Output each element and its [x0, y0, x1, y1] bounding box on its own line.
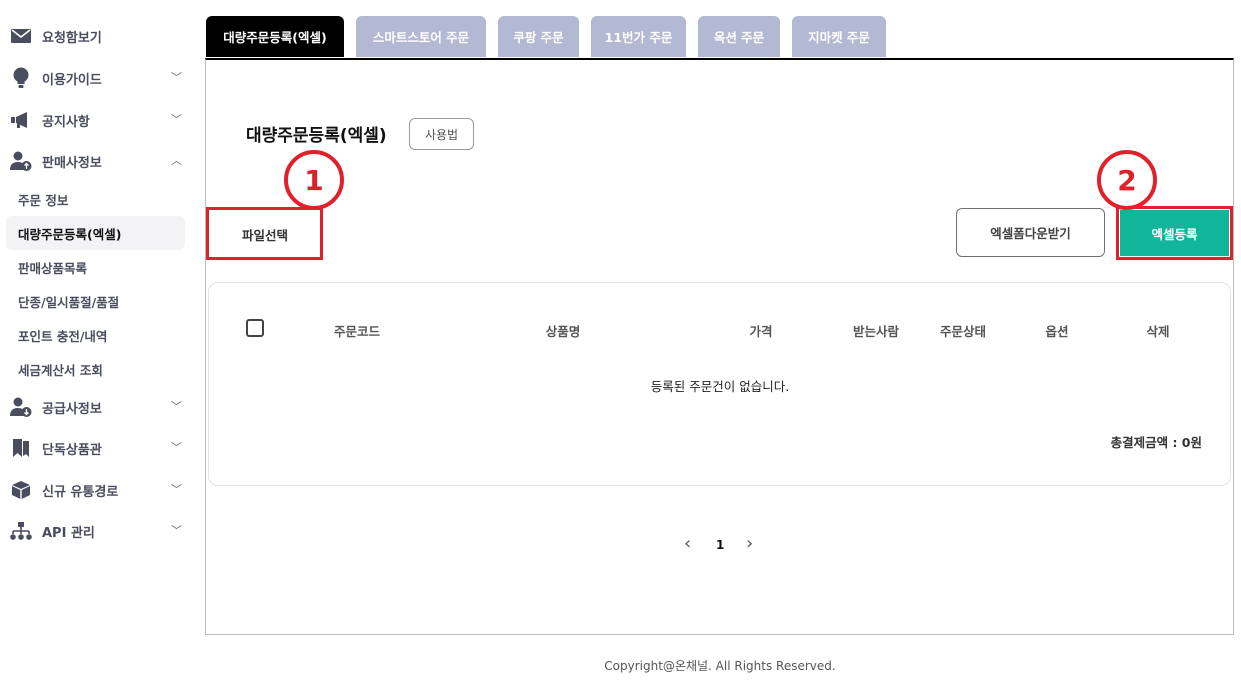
tab-bulk-order[interactable]: 대량주문등록(엑셀) [206, 16, 344, 57]
column-header-order-status: 주문상태 [939, 324, 987, 339]
sidebar-item-label: 판매사정보 [42, 155, 102, 171]
lightbulb-icon [10, 67, 32, 89]
sidebar-item-seller-info[interactable]: 판매사정보 ︿ [10, 144, 188, 178]
chevron-down-icon: ﹀ [171, 524, 182, 537]
bookmark-icon [10, 437, 32, 459]
network-icon [10, 520, 32, 542]
sidebar-sub-soldout[interactable]: 단종/일시품절/품절 [6, 284, 185, 318]
total-amount: 총결제금액 : 0원 [1110, 435, 1202, 450]
user-upload-icon [10, 150, 32, 172]
sidebar-item-label: 이용가이드 [42, 72, 102, 88]
column-header-delete: 삭제 [1146, 324, 1170, 339]
chevron-up-icon: ︿ [171, 154, 182, 167]
column-header-option: 옵션 [1045, 324, 1069, 339]
sidebar-item-label: 요청함보기 [42, 30, 102, 46]
step-badge-1: 1 [284, 150, 344, 210]
chevron-down-icon: ﹀ [171, 483, 182, 496]
tab-smartstore[interactable]: 스마트스토어 주문 [356, 16, 486, 57]
tab-gmarket[interactable]: 지마켓 주문 [792, 16, 886, 57]
megaphone-icon [10, 109, 32, 131]
page-title: 대량주문등록(엑셀) [246, 126, 387, 146]
sidebar-item-new-channel[interactable]: 신규 유통경로 ﹀ [10, 473, 188, 507]
pagination-prev-icon[interactable]: ‹ [684, 533, 691, 554]
highlight-box-1 [206, 207, 323, 260]
sidebar-item-label: 공급사정보 [42, 401, 102, 417]
chevron-down-icon: ﹀ [171, 400, 182, 413]
usage-button[interactable]: 사용법 [409, 118, 474, 150]
tab-auction[interactable]: 옥션 주문 [698, 16, 780, 57]
sidebar-item-label: 공지사항 [42, 114, 90, 130]
column-header-order-code: 주문코드 [333, 324, 381, 339]
sidebar-sub-tax-invoice[interactable]: 세금계산서 조회 [6, 352, 185, 386]
step-badge-2: 2 [1097, 150, 1157, 210]
column-header-price: 가격 [749, 324, 773, 339]
select-all-checkbox[interactable] [246, 319, 264, 337]
sidebar: 요청함보기 이용가이드 ﹀ 공지사항 ﹀ 판매사정보 ︿ 주문 정보 대량주문등… [0, 0, 190, 685]
envelope-icon [10, 25, 32, 47]
column-header-product-name: 상품명 [545, 324, 581, 339]
pagination-next-icon[interactable]: › [746, 533, 753, 554]
pagination-page-1[interactable]: 1 [716, 538, 724, 552]
sidebar-item-guide[interactable]: 이용가이드 ﹀ [10, 61, 188, 95]
sidebar-item-api[interactable]: API 관리 ﹀ [10, 514, 188, 548]
sidebar-item-label: API 관리 [42, 525, 95, 541]
sidebar-item-notice[interactable]: 공지사항 ﹀ [10, 103, 188, 137]
box-icon [10, 479, 32, 501]
empty-table-message: 등록된 주문건이 없습니다. [650, 379, 790, 394]
tab-coupang[interactable]: 쿠팡 주문 [498, 16, 579, 57]
footer-copyright: Copyright@온채널. All Rights Reserved. [604, 659, 836, 673]
excel-form-download-button[interactable]: 엑셀폼다운받기 [956, 208, 1105, 257]
sidebar-item-supplier-info[interactable]: 공급사정보 ﹀ [10, 390, 188, 424]
sidebar-item-exclusive[interactable]: 단독상품관 ﹀ [10, 431, 188, 465]
sidebar-sub-points[interactable]: 포인트 충전/내역 [6, 318, 185, 352]
sidebar-item-label: 신규 유통경로 [42, 484, 119, 500]
chevron-down-icon: ﹀ [171, 71, 182, 84]
user-download-icon [10, 396, 32, 418]
column-header-recipient: 받는사람 [852, 324, 900, 339]
sidebar-sub-order-info[interactable]: 주문 정보 [6, 182, 185, 216]
highlight-box-2 [1116, 206, 1233, 260]
tab-11st[interactable]: 11번가 주문 [591, 16, 686, 57]
sidebar-item-inbox[interactable]: 요청함보기 [10, 19, 188, 53]
sidebar-sub-bulk-order[interactable]: 대량주문등록(엑셀) [6, 216, 185, 250]
sidebar-sub-product-list[interactable]: 판매상품목록 [6, 250, 185, 284]
chevron-down-icon: ﹀ [171, 441, 182, 454]
chevron-down-icon: ﹀ [171, 113, 182, 126]
sidebar-item-label: 단독상품관 [42, 442, 102, 458]
